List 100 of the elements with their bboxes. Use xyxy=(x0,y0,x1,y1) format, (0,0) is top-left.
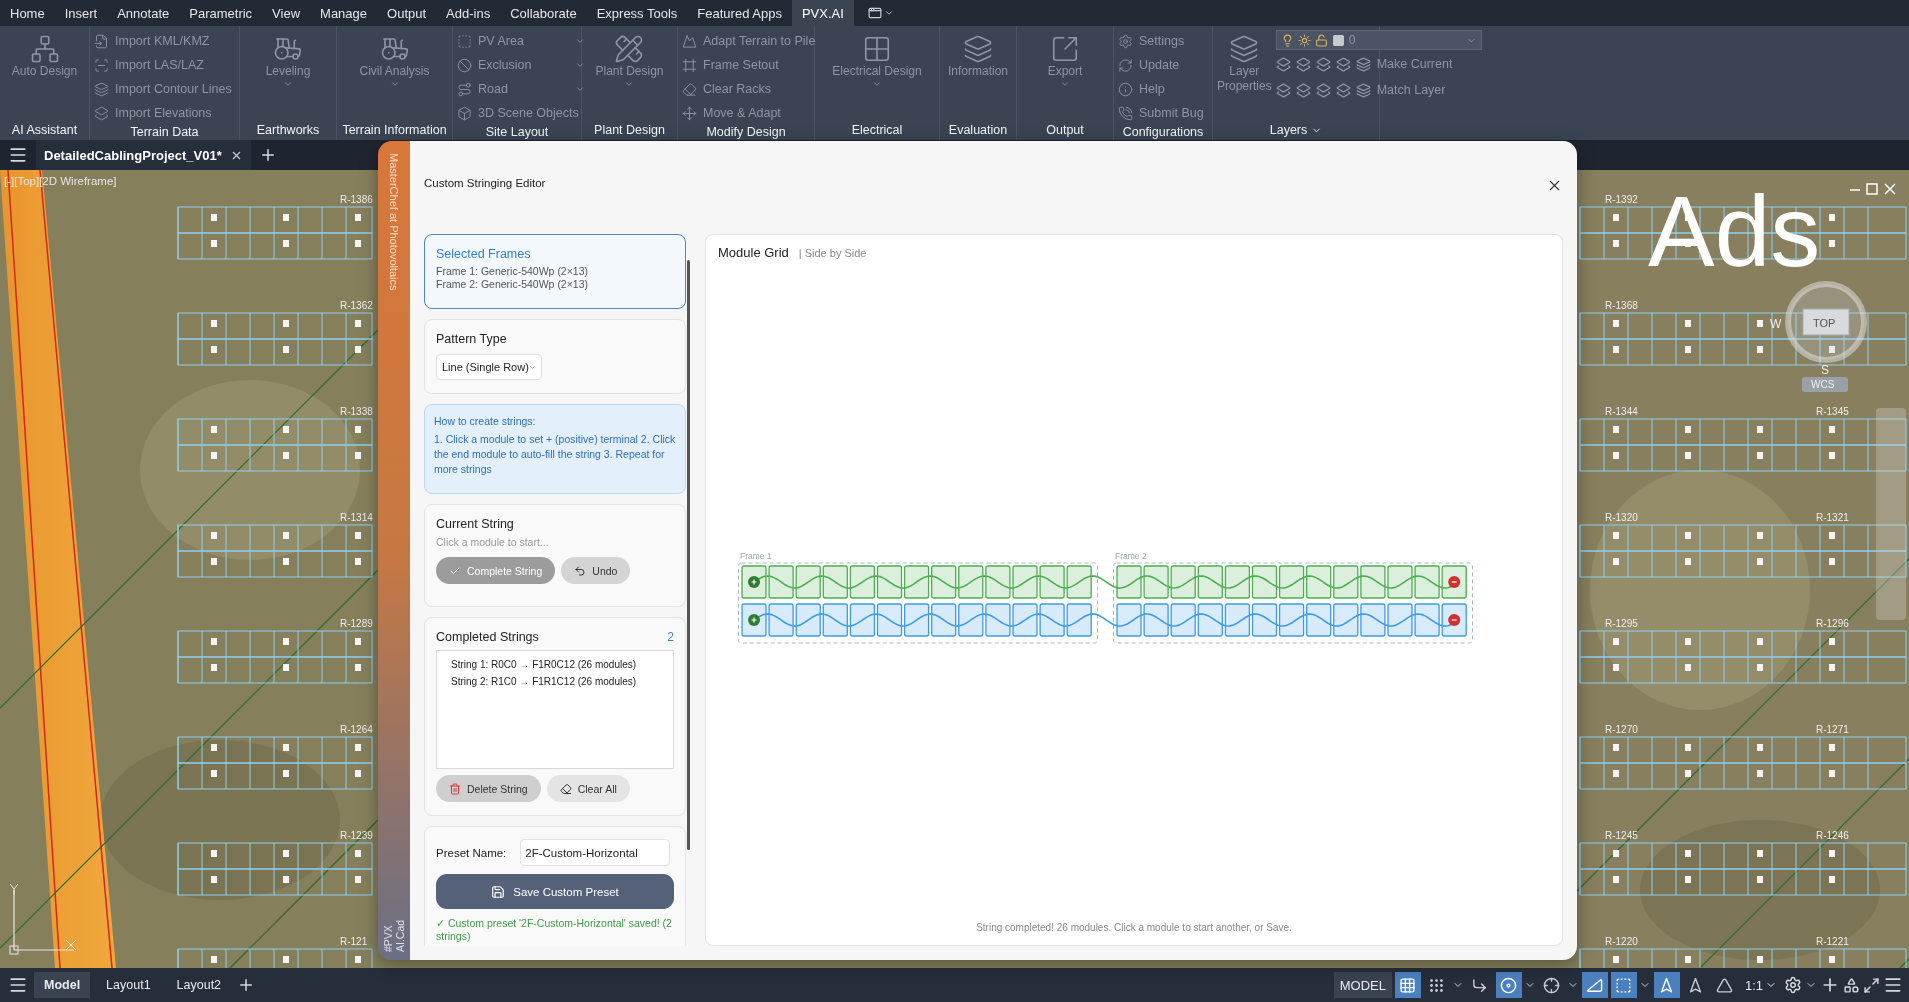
menu-tab[interactable]: Express Tools xyxy=(586,0,688,26)
layout-tab[interactable]: Layout1 xyxy=(96,972,161,998)
settings-icon[interactable] xyxy=(1784,976,1802,994)
menu-tab[interactable]: Featured Apps xyxy=(687,0,792,26)
solar-module[interactable] xyxy=(876,565,903,599)
menu-tab[interactable]: Collaborate xyxy=(500,0,587,26)
solar-module[interactable] xyxy=(958,603,984,637)
solar-module[interactable] xyxy=(741,565,767,599)
layout-tab[interactable]: Model xyxy=(34,972,91,998)
status-toggle[interactable] xyxy=(1610,972,1651,998)
solar-module[interactable] xyxy=(1278,565,1305,599)
solar-module[interactable] xyxy=(1224,565,1251,599)
solar-module[interactable] xyxy=(1278,603,1305,637)
scale-dropdown[interactable]: 1:1 xyxy=(1740,972,1781,998)
solar-module[interactable] xyxy=(1387,603,1413,637)
menu-tab[interactable]: Insert xyxy=(54,0,108,26)
status-toggle[interactable] xyxy=(1581,972,1608,998)
menu-tab[interactable]: Home xyxy=(0,0,55,26)
model-space-button[interactable]: MODEL xyxy=(1333,972,1392,998)
layer-tool-icon[interactable] xyxy=(1315,56,1331,72)
status-toggle[interactable] xyxy=(1394,972,1421,998)
menu-tab[interactable]: Manage xyxy=(310,0,378,26)
solar-module[interactable] xyxy=(958,565,984,599)
shapes-icon[interactable] xyxy=(1843,976,1860,994)
layer-tool-icon[interactable] xyxy=(1275,82,1291,98)
solar-module[interactable] xyxy=(1360,603,1386,637)
clear-button[interactable]: Clear All xyxy=(546,775,630,802)
menu-icon[interactable] xyxy=(1883,975,1903,995)
preset-name-field[interactable]: 2F-Custom-Horizontal xyxy=(520,839,671,866)
layer-tool-icon[interactable] xyxy=(1335,56,1351,72)
solar-module[interactable] xyxy=(822,565,848,599)
solar-module[interactable] xyxy=(1306,565,1332,599)
string-item[interactable]: String 2: R1C0 → F1R1C12 (26 modules) xyxy=(451,676,659,687)
solar-module[interactable] xyxy=(822,603,848,637)
menu-icon[interactable] xyxy=(8,145,28,165)
solar-module[interactable] xyxy=(1333,565,1359,599)
layer-tool-icon[interactable] xyxy=(1295,82,1311,98)
solar-module[interactable] xyxy=(1116,603,1142,637)
solar-module[interactable] xyxy=(903,565,930,599)
solar-module[interactable] xyxy=(1039,565,1065,599)
ucs-menu[interactable] xyxy=(1802,377,1848,392)
menu-tab[interactable]: Annotate xyxy=(107,0,180,26)
solar-module[interactable] xyxy=(1441,565,1467,599)
restore-icon[interactable] xyxy=(1866,183,1878,195)
solar-module[interactable] xyxy=(1116,565,1142,599)
minimize-icon[interactable] xyxy=(1849,189,1861,191)
delete-button[interactable]: Delete String xyxy=(436,775,541,802)
solar-module[interactable] xyxy=(795,603,821,637)
solar-module[interactable] xyxy=(1306,603,1332,637)
solar-module[interactable] xyxy=(985,603,1011,637)
solar-module[interactable] xyxy=(741,603,767,637)
solar-module[interactable] xyxy=(876,603,903,637)
file-tab[interactable]: DetailedCablingProject_V01* xyxy=(36,140,251,170)
menu-icon[interactable] xyxy=(8,975,28,995)
solar-module[interactable] xyxy=(1414,603,1440,637)
solar-module[interactable] xyxy=(1066,565,1092,599)
undo-button[interactable]: Undo xyxy=(561,557,631,584)
solar-module[interactable] xyxy=(1066,603,1092,637)
layer-tool-icon[interactable] xyxy=(1275,56,1291,72)
solar-module[interactable] xyxy=(1143,603,1169,637)
status-toggle[interactable] xyxy=(1653,972,1680,998)
menu-tab[interactable]: Parametric xyxy=(179,0,263,26)
solar-module[interactable] xyxy=(1012,603,1038,637)
solar-module[interactable] xyxy=(1360,565,1386,599)
menu-tab[interactable]: Output xyxy=(377,0,437,26)
solar-module[interactable] xyxy=(849,603,876,637)
solar-module[interactable] xyxy=(1170,565,1196,599)
layer-tool-icon[interactable] xyxy=(1315,82,1331,98)
layer-tool-icon[interactable] xyxy=(1335,82,1351,98)
solar-module[interactable] xyxy=(768,603,794,637)
fullscreen-icon[interactable] xyxy=(1863,976,1880,994)
menu-tab[interactable]: Add-ins xyxy=(436,0,501,26)
solar-module[interactable] xyxy=(1441,603,1467,637)
solar-module[interactable] xyxy=(931,603,957,637)
string-item[interactable]: String 1: R0C0 → F1R0C12 (26 modules) xyxy=(451,659,659,670)
solar-module[interactable] xyxy=(1170,603,1196,637)
status-toggle[interactable] xyxy=(1495,972,1536,998)
solar-module[interactable] xyxy=(1143,565,1169,599)
solar-module[interactable] xyxy=(931,565,957,599)
solar-module[interactable] xyxy=(795,565,821,599)
solar-module[interactable] xyxy=(1414,565,1440,599)
scrollbar[interactable] xyxy=(687,260,690,850)
menu-tab[interactable]: View xyxy=(262,0,311,26)
solar-module[interactable] xyxy=(1012,565,1038,599)
solar-module[interactable] xyxy=(768,565,794,599)
layer-tool-icon[interactable] xyxy=(1295,56,1311,72)
solar-module[interactable] xyxy=(1333,603,1359,637)
solar-module[interactable] xyxy=(849,565,876,599)
solar-module[interactable] xyxy=(1197,603,1223,637)
solar-module[interactable] xyxy=(1387,565,1413,599)
viewcube-face[interactable] xyxy=(1802,308,1850,336)
solar-module[interactable] xyxy=(1251,603,1278,637)
solar-module[interactable] xyxy=(1197,565,1223,599)
solar-module[interactable] xyxy=(985,565,1011,599)
solar-module[interactable] xyxy=(1224,603,1251,637)
save-button[interactable]: Save Custom Preset xyxy=(436,874,674,909)
menu-tab[interactable]: PVX.AI xyxy=(791,0,854,26)
solar-module[interactable] xyxy=(1251,565,1278,599)
solar-module[interactable] xyxy=(903,603,930,637)
solar-module[interactable] xyxy=(1039,603,1065,637)
